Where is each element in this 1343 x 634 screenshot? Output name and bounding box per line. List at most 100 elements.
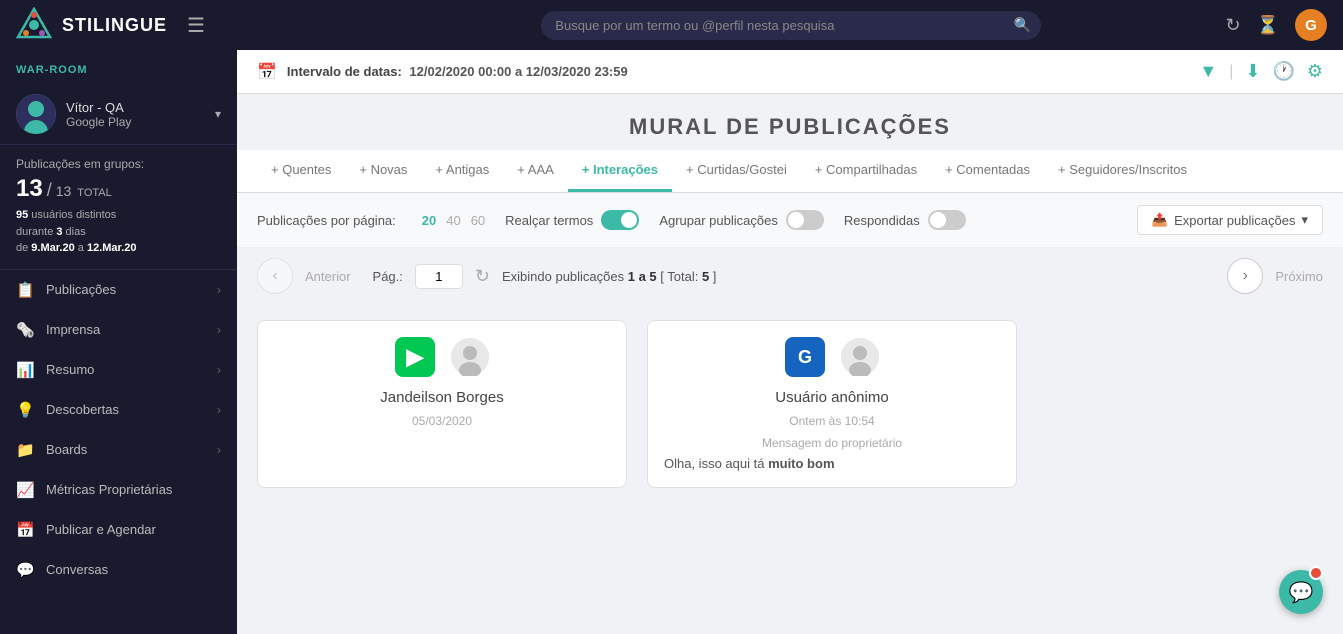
per-page-label: Publicações por página: <box>257 213 396 228</box>
tab-novas[interactable]: + Novas <box>345 150 421 192</box>
filter-icon[interactable]: ▼ <box>1199 61 1217 82</box>
stats-desc: 95 usuários distintos durante 3 dias de … <box>16 207 221 257</box>
page-info: Exibindo publicações 1 a 5 [ Total: 5 ] <box>502 269 716 284</box>
user-avatar-card-1 <box>451 338 489 376</box>
card-user-name-1: Jandeilson Borges <box>380 389 503 406</box>
next-page-button[interactable]: › <box>1227 258 1263 294</box>
brand-icon-1: ▶ <box>395 337 435 377</box>
download-icon[interactable]: ⬇ <box>1245 61 1260 82</box>
tab-antigas[interactable]: + Antigas <box>421 150 503 192</box>
stats-text5: a <box>75 242 87 254</box>
nav-caret-imprensa: › <box>217 323 221 337</box>
prev-page-button[interactable]: ‹ <box>257 258 293 294</box>
brand-icon-2: G <box>785 337 825 377</box>
date-label-text: Intervalo de datas: <box>287 64 402 79</box>
sidebar-item-descobertas[interactable]: 💡 Descobertas › <box>0 390 237 430</box>
tab-interacoes[interactable]: + Interações <box>568 150 672 192</box>
stats-label: Publicações em grupos: <box>16 157 221 171</box>
per-page-60[interactable]: 60 <box>471 213 485 228</box>
chat-icon: 💬 <box>1289 580 1314 605</box>
group-label: Agrupar publicações <box>659 213 778 228</box>
per-page-20[interactable]: 20 <box>422 213 436 228</box>
export-button[interactable]: 📤 Exportar publicações ▾ <box>1137 205 1323 235</box>
card-body-2: Mensagem do proprietário Olha, isso aqui… <box>648 428 1016 487</box>
tab-quentes[interactable]: + Quentes <box>257 150 345 192</box>
per-page-40[interactable]: 40 <box>446 213 460 228</box>
stats-text4: de <box>16 242 31 254</box>
user-avatar[interactable]: G <box>1295 9 1327 41</box>
timer-icon[interactable]: ⏳ <box>1257 15 1279 36</box>
resumo-icon: 📊 <box>16 361 36 379</box>
profile-avatar <box>16 94 56 134</box>
highlight-toggle-group: Realçar termos <box>505 210 639 230</box>
card-date-2: Ontem às 10:54 <box>648 414 1016 428</box>
export-icon: 📤 <box>1152 212 1168 228</box>
tabs-bar: + Quentes + Novas + Antigas + AAA + Inte… <box>237 150 1343 193</box>
nav-label-descobertas: Descobertas <box>46 402 217 417</box>
nav-label-publicacoes: Publicações <box>46 282 217 297</box>
nav-caret-resumo: › <box>217 363 221 377</box>
responded-label: Respondidas <box>844 213 920 228</box>
publicacoes-icon: 📋 <box>16 281 36 299</box>
imprensa-icon: 🗞️ <box>16 321 36 339</box>
pagination-bar: ‹ Anterior Pág.: ↻ Exibindo publicações … <box>237 248 1343 304</box>
publication-card-2[interactable]: G <box>647 320 1017 488</box>
refresh-page-icon[interactable]: ↻ <box>475 266 490 287</box>
sub-header: 📅 Intervalo de datas: 12/02/2020 00:00 a… <box>237 50 1343 94</box>
nav-caret-publicacoes: › <box>217 283 221 297</box>
sidebar-item-publicar[interactable]: 📅 Publicar e Agendar <box>0 510 237 550</box>
sidebar-item-publicacoes[interactable]: 📋 Publicações › <box>0 270 237 310</box>
profile-info: Vítor - QA Google Play <box>66 100 215 129</box>
controls-bar: Publicações por página: 20 40 60 Realçar… <box>237 193 1343 248</box>
tab-aaa[interactable]: + AAA <box>503 150 568 192</box>
clock-icon[interactable]: 🕐 <box>1272 61 1294 82</box>
tab-seguidores[interactable]: + Seguidores/Inscritos <box>1044 150 1201 192</box>
highlight-toggle[interactable] <box>601 210 639 230</box>
mural-title: MURAL DE PUBLICAÇÕES <box>237 114 1343 140</box>
highlight-label: Realçar termos <box>505 213 593 228</box>
profile-section[interactable]: Vítor - QA Google Play ▾ <box>0 84 237 145</box>
group-knob <box>788 212 804 228</box>
stats-section: Publicações em grupos: 13 / 13 TOTAL 95 … <box>0 145 237 270</box>
card-msg-label-2: Mensagem do proprietário <box>664 436 1000 450</box>
sidebar-item-resumo[interactable]: 📊 Resumo › <box>0 350 237 390</box>
card-header-2: G <box>648 321 1016 414</box>
sidebar-item-imprensa[interactable]: 🗞️ Imprensa › <box>0 310 237 350</box>
group-toggle[interactable] <box>786 210 824 230</box>
card-header-1: ▶ <box>258 321 626 414</box>
profile-sub: Google Play <box>66 115 215 129</box>
export-caret-icon: ▾ <box>1301 212 1308 228</box>
group-toggle-group: Agrupar publicações <box>659 210 824 230</box>
publicar-icon: 📅 <box>16 521 36 539</box>
sidebar-item-metricas[interactable]: 📈 Métricas Proprietárias <box>0 470 237 510</box>
nav-label-boards: Boards <box>46 442 217 457</box>
page-input[interactable] <box>415 264 463 289</box>
main-content: MURAL DE PUBLICAÇÕES + Quentes + Novas +… <box>237 94 1343 634</box>
stats-text3: dias <box>63 226 86 238</box>
tab-compartilhadas[interactable]: + Compartilhadas <box>801 150 931 192</box>
notification-dot <box>1309 566 1323 580</box>
sidebar-item-boards[interactable]: 📁 Boards › <box>0 430 237 470</box>
responded-toggle[interactable] <box>928 210 966 230</box>
hamburger-button[interactable]: ☰ <box>187 13 205 38</box>
nav-label-imprensa: Imprensa <box>46 322 217 337</box>
search-icon[interactable]: 🔍 <box>1014 17 1031 34</box>
date-range-label: Intervalo de datas: 12/02/2020 00:00 a 1… <box>287 64 628 79</box>
sidebar-item-conversas[interactable]: 💬 Conversas <box>0 550 237 590</box>
nav-label-resumo: Resumo <box>46 362 217 377</box>
settings-icon[interactable]: ⚙ <box>1307 61 1323 82</box>
stats-text2: durante <box>16 226 56 238</box>
calendar-icon: 📅 <box>257 62 277 82</box>
nav-label-metricas: Métricas Proprietárias <box>46 482 221 497</box>
responded-knob <box>930 212 946 228</box>
responded-toggle-group: Respondidas <box>844 210 966 230</box>
stats-from: 9.Mar.20 <box>31 242 74 254</box>
sub-header-actions: ▼ | ⬇ 🕐 ⚙ <box>1199 61 1323 82</box>
profile-caret-icon: ▾ <box>215 107 221 121</box>
refresh-icon[interactable]: ↻ <box>1225 15 1240 36</box>
tab-comentadas[interactable]: + Comentadas <box>931 150 1044 192</box>
tab-curtidas[interactable]: + Curtidas/Gostei <box>672 150 801 192</box>
search-input[interactable] <box>541 11 1041 40</box>
cards-area: ▶ <box>237 304 1343 504</box>
publication-card-1[interactable]: ▶ <box>257 320 627 488</box>
